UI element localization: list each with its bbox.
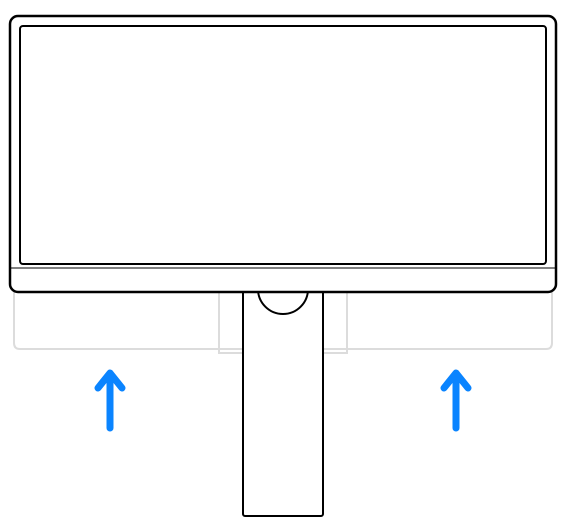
- monitor-height-diagram: [0, 0, 566, 528]
- upward-arrow-icon: [98, 373, 122, 428]
- monitor-screen: [20, 26, 546, 264]
- stand-column: [243, 288, 323, 516]
- upward-arrow-icon: [444, 373, 468, 428]
